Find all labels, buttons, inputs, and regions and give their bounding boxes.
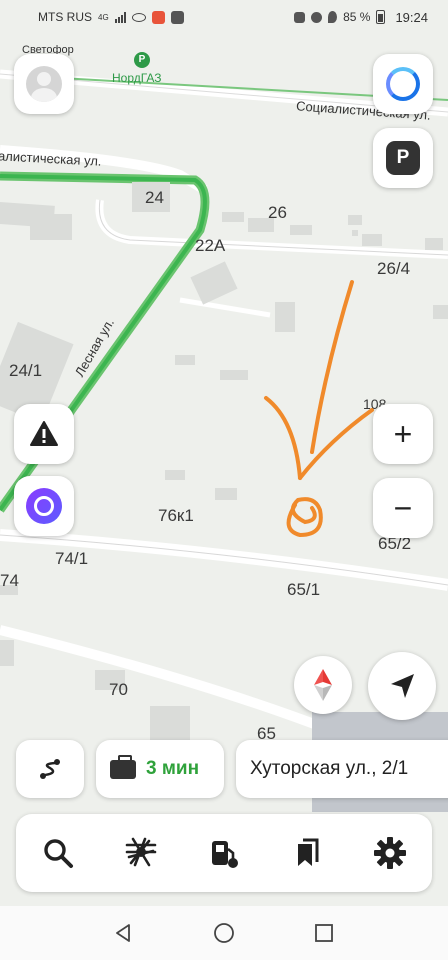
plus-icon: + — [393, 416, 413, 452]
house-number: 76к1 — [158, 506, 194, 525]
search-button[interactable] — [30, 825, 86, 881]
settings-button[interactable] — [362, 825, 418, 881]
settings-icon — [374, 837, 407, 869]
fuel-icon — [211, 841, 238, 868]
profile-button[interactable] — [14, 54, 74, 114]
alisa-assistant-icon — [386, 67, 420, 101]
warning-icon — [30, 421, 58, 446]
chat-notification-icon — [170, 10, 184, 24]
locate-me-button[interactable] — [368, 652, 436, 720]
route-icon — [40, 759, 60, 779]
back-icon — [116, 924, 130, 942]
battery-percent: 85 % — [343, 10, 371, 24]
route-button[interactable] — [16, 740, 84, 798]
road-events-button[interactable] — [14, 404, 74, 464]
house-number: 22А — [195, 236, 226, 255]
house-number: 24/1 — [9, 361, 43, 380]
house-number: 26/4 — [377, 259, 411, 278]
address-chip[interactable]: Хуторская ул., 2/1 — [236, 740, 448, 798]
app-notification-icon — [151, 10, 165, 24]
network-type: 4G — [98, 12, 109, 22]
clock: 19:24 — [395, 9, 428, 25]
search-icon — [43, 839, 73, 868]
traffic-icon — [125, 837, 157, 867]
signal-icon — [114, 11, 126, 23]
back-button[interactable] — [109, 918, 139, 948]
bookmarks-button[interactable] — [279, 825, 335, 881]
alarm-icon — [311, 11, 323, 23]
travel-time: 3 мин — [146, 758, 200, 779]
parking-icon: P — [386, 141, 420, 175]
system-nav-bar — [0, 906, 448, 960]
house-number: 24 — [145, 188, 164, 207]
travel-time-chip[interactable]: 3 мин — [96, 740, 224, 798]
bottom-toolbar — [16, 814, 432, 892]
alisa-icon — [26, 488, 62, 524]
fuel-station-icon[interactable]: P — [134, 52, 150, 68]
status-bar: MTS RUS 4G 85 % 19:24 — [0, 0, 448, 34]
parking-button[interactable]: P — [373, 128, 433, 188]
compass-icon — [314, 669, 332, 701]
briefcase-icon — [110, 754, 136, 779]
house-number: 70 — [109, 680, 128, 699]
home-button[interactable] — [209, 918, 239, 948]
avatar-icon — [26, 66, 62, 102]
traffic-button[interactable] — [113, 825, 169, 881]
poi-nordgaz[interactable]: НордГАЗ — [112, 71, 162, 85]
navigation-arrow-icon — [391, 674, 414, 698]
carrier-label: MTS RUS — [38, 10, 92, 24]
compass-button[interactable] — [294, 656, 352, 714]
house-number: 65/1 — [287, 580, 321, 599]
zoom-out-button[interactable]: − — [373, 478, 433, 538]
alisa-button[interactable] — [14, 476, 74, 536]
house-number: 26 — [268, 203, 287, 222]
address-label: Хуторская ул., 2/1 — [250, 758, 409, 779]
eye-icon — [131, 12, 146, 22]
nfc-icon — [294, 11, 306, 23]
fuel-button[interactable] — [196, 825, 252, 881]
bookmarks-icon — [298, 838, 319, 866]
zoom-in-button[interactable]: + — [373, 404, 433, 464]
location-icon — [328, 11, 338, 23]
battery-icon — [376, 10, 386, 24]
alisa-top-button[interactable] — [373, 54, 433, 114]
recents-icon — [315, 924, 333, 942]
recents-button[interactable] — [309, 918, 339, 948]
house-number: 74/1 — [55, 549, 89, 568]
house-number: 74 — [0, 571, 19, 590]
home-icon — [214, 923, 234, 943]
minus-icon: − — [393, 490, 413, 526]
